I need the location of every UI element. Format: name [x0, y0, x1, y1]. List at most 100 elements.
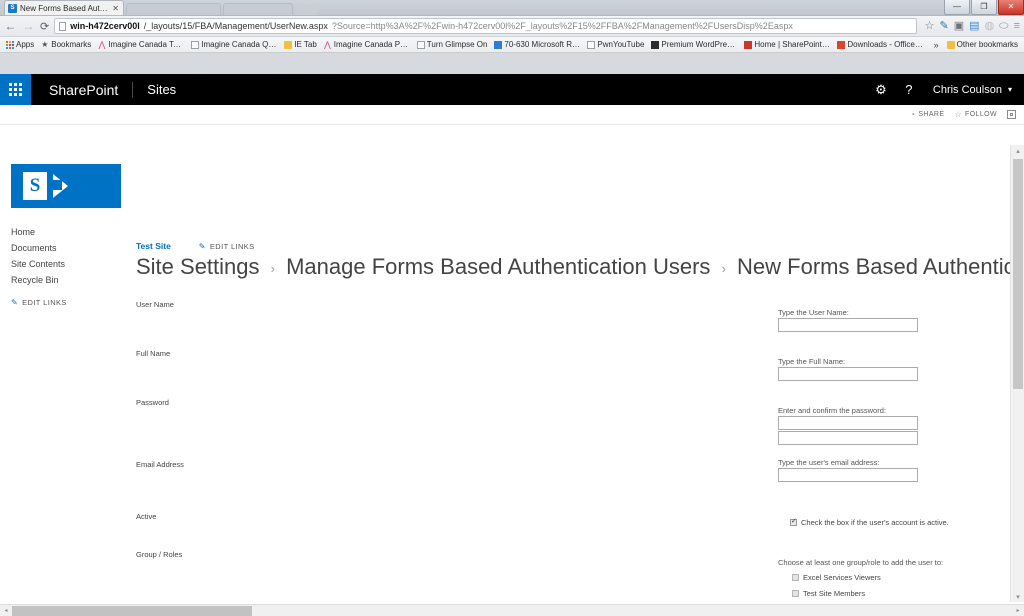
window-maximize-button[interactable]: ❐: [971, 0, 997, 15]
sidebar-item-documents[interactable]: Documents: [11, 240, 124, 256]
page-title-part-1[interactable]: Site Settings: [136, 254, 260, 279]
full-name-input[interactable]: [778, 367, 918, 381]
screenshot-icon[interactable]: ▤: [969, 20, 979, 32]
user-name[interactable]: Chris Coulson: [923, 84, 1008, 96]
sharepoint-brand[interactable]: SharePoint: [31, 82, 132, 98]
email-input[interactable]: [778, 468, 918, 482]
active-checkbox-row[interactable]: Check the box if the user's account is a…: [790, 517, 949, 527]
group-row-excel-services-viewers[interactable]: Excel Services Viewers: [792, 573, 881, 582]
focus-on-content-icon[interactable]: [1007, 110, 1016, 119]
content-vertical-scrollbar[interactable]: ▴ ▾: [1010, 145, 1024, 604]
sidebar-item-recycle-bin[interactable]: Recycle Bin: [11, 272, 124, 288]
group-checkbox[interactable]: [792, 590, 799, 597]
bookmark-home-sharepoint[interactable]: Home | SharePoint W: [741, 40, 833, 49]
caption-email: Type the user's email address:: [778, 458, 880, 467]
bookmark-imagine-canada-portal[interactable]: ⋀ Imagine Canada Porta: [321, 40, 413, 49]
label-active: Active: [136, 512, 157, 521]
group-label: Test Site Members: [803, 589, 866, 598]
help-icon[interactable]: ?: [895, 74, 923, 105]
bookmark-label: Turn Glimpse On: [426, 40, 488, 49]
browser-horizontal-scrollbar[interactable]: ◂ ▸: [0, 604, 1024, 616]
scrollbar-thumb[interactable]: [1013, 159, 1023, 389]
reload-icon[interactable]: ⟳: [40, 20, 49, 33]
window-close-button[interactable]: ✕: [998, 0, 1024, 15]
active-checkbox[interactable]: [790, 517, 797, 526]
hscroll-track[interactable]: [12, 605, 1012, 616]
bookmark-pwnyoutube[interactable]: PwnYouTube: [584, 40, 647, 49]
tab-inactive-ghost[interactable]: [126, 3, 221, 15]
browser-tab-active[interactable]: S New Forms Based Authen ✕: [4, 0, 124, 15]
bookmarks-bar: Apps ★ Bookmarks ⋀ Imagine Canada Team I…: [0, 37, 1024, 53]
back-button[interactable]: ←: [4, 19, 17, 33]
bookmark-imagine-canada-team[interactable]: ⋀ Imagine Canada Team: [95, 40, 187, 49]
tab-close-icon[interactable]: ✕: [112, 4, 119, 13]
bookmark-turn-glimpse-on[interactable]: Turn Glimpse On: [414, 40, 491, 49]
breadcrumb-test-site[interactable]: Test Site: [136, 241, 171, 251]
bookmark-apps[interactable]: Apps: [3, 40, 37, 49]
pink-lambda-icon: ⋀: [323, 40, 332, 49]
sidebar-item-site-contents[interactable]: Site Contents: [11, 256, 124, 272]
circle-icon[interactable]: ◍: [985, 20, 995, 32]
group-row-test-site-members[interactable]: Test Site Members: [792, 589, 865, 598]
url-host: win-h472cerv00l: [70, 21, 140, 31]
bookmark-imagine-canada-quick[interactable]: Imagine Canada Quic: [188, 40, 280, 49]
pencil-icon: ✎: [198, 241, 206, 251]
hscroll-right-icon[interactable]: ▸: [1012, 607, 1024, 614]
gear-icon[interactable]: ⚙: [867, 74, 895, 105]
bookmark-premium-wordpress[interactable]: Premium WordPress T: [648, 40, 740, 49]
scroll-up-icon[interactable]: ▴: [1011, 145, 1024, 158]
bookmark-ie-tab[interactable]: IE Tab: [281, 40, 320, 49]
label-user-name: User Name: [136, 300, 174, 309]
pen-highlighter-icon[interactable]: ✎: [940, 20, 949, 32]
follow-button[interactable]: ☆ FOLLOW: [954, 110, 997, 119]
window-controls: — ❐ ✕: [943, 0, 1024, 16]
bookmark-other-bookmarks[interactable]: Other bookmarks: [944, 40, 1021, 49]
bookmark-downloads-office[interactable]: Downloads - Office.co: [834, 40, 926, 49]
page-title-part-2[interactable]: Manage Forms Based Authentication Users: [286, 254, 710, 279]
bookmark-bookmarks[interactable]: ★ Bookmarks: [38, 40, 94, 49]
app-launcher-icon: [9, 83, 22, 96]
share-icon: ◔: [910, 110, 916, 119]
group-label: Excel Services Viewers: [803, 573, 881, 582]
site-logo[interactable]: S: [11, 164, 121, 208]
bookmark-star-icon[interactable]: ☆: [925, 20, 935, 32]
apps-grid-icon: [6, 40, 14, 49]
suite-link-sites[interactable]: Sites: [133, 82, 190, 97]
page-title: Site Settings › Manage Forms Based Authe…: [136, 254, 1024, 280]
sidebar-item-home[interactable]: Home: [11, 224, 124, 240]
folder-icon: [284, 40, 293, 49]
topnav-edit-links-button[interactable]: ✎ EDIT LINKS: [199, 242, 255, 251]
new-tab-button[interactable]: [294, 4, 320, 15]
hscroll-thumb[interactable]: [12, 605, 252, 616]
hscroll-left-icon[interactable]: ◂: [0, 607, 12, 614]
chevron-down-icon[interactable]: ▾: [1008, 85, 1024, 94]
bookmark-70-630-microsoft[interactable]: 70-630 Microsoft Rea: [491, 40, 583, 49]
bookmark-label: IE Tab: [294, 40, 317, 49]
bookmarks-overflow-button[interactable]: »: [930, 40, 943, 50]
page-info-icon[interactable]: [59, 21, 67, 31]
title-separator-icon: ›: [721, 260, 726, 276]
address-bar[interactable]: win-h472cerv00l/_layouts/15/FBA/Manageme…: [54, 18, 917, 34]
folder-icon: [946, 40, 955, 49]
group-checkbox[interactable]: [792, 574, 799, 581]
bookmark-label: Other bookmarks: [956, 40, 1018, 49]
caption-password: Enter and confirm the password:: [778, 406, 886, 415]
label-password: Password: [136, 398, 169, 407]
forward-button[interactable]: →: [22, 19, 35, 33]
window-minimize-button[interactable]: —: [944, 0, 970, 15]
bookmark-label: Apps: [16, 40, 35, 49]
app-launcher-button[interactable]: [0, 74, 31, 105]
shield-icon[interactable]: ⬭: [999, 20, 1008, 32]
chrome-menu-icon[interactable]: ≡: [1014, 20, 1020, 32]
pink-lambda-icon: ⋀: [98, 40, 106, 49]
follow-label: FOLLOW: [965, 111, 997, 118]
password-confirm-input[interactable]: [778, 431, 918, 445]
share-button[interactable]: ◔ SHARE: [910, 110, 944, 119]
bookmark-label: Downloads - Office.co: [847, 40, 924, 49]
bookmark-label: Bookmarks: [51, 40, 92, 49]
camera-icon[interactable]: ▣: [954, 20, 964, 32]
user-name-input[interactable]: [778, 318, 918, 332]
password-input[interactable]: [778, 416, 918, 430]
tab-inactive-ghost-2[interactable]: [223, 3, 293, 15]
site-logo-arrow-notch: [53, 180, 62, 190]
